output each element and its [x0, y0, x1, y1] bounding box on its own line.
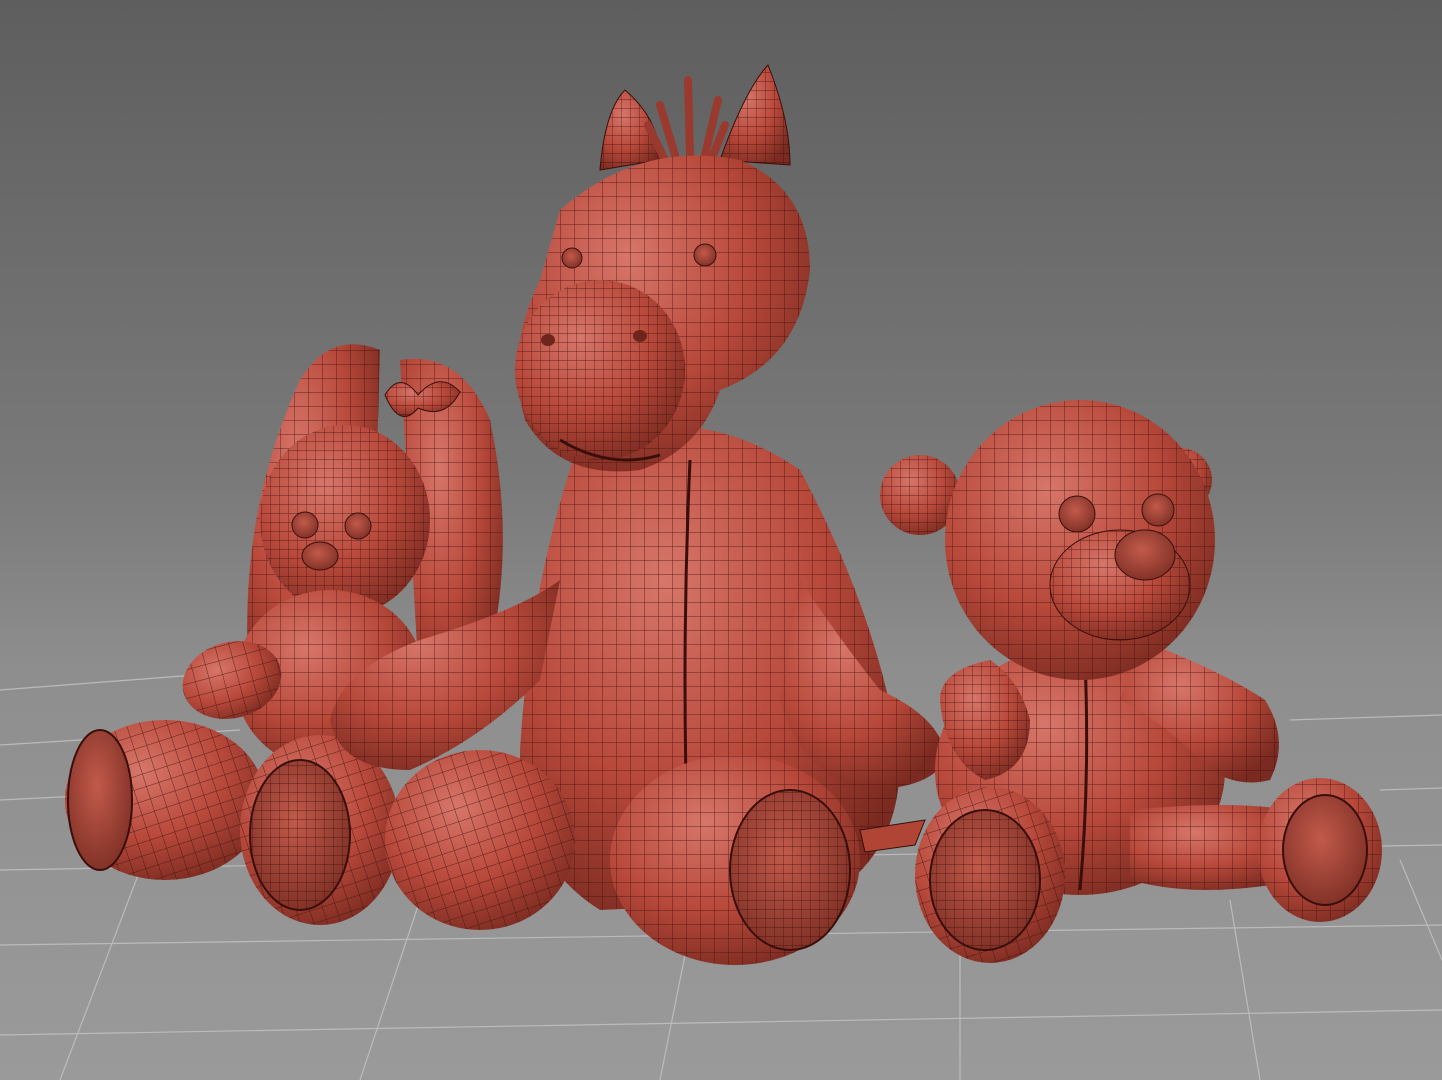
bunny-foot-left	[67, 729, 133, 871]
horse-eye-left	[561, 247, 583, 269]
bear-eye-left	[1058, 495, 1096, 533]
horse-nostril-left	[541, 334, 555, 346]
horse-nostril-right	[633, 330, 647, 342]
bunny-eye-right	[344, 512, 372, 540]
bear-model[interactable]	[880, 400, 1382, 963]
3d-viewport[interactable]	[0, 0, 1442, 1080]
bear-nose	[1114, 529, 1176, 581]
bunny-eye-left	[291, 511, 319, 539]
horse-mane	[644, 76, 729, 164]
horse-eye-right	[693, 243, 717, 267]
viewport-canvas[interactable]	[0, 0, 1442, 1080]
bunny-nose	[301, 541, 339, 571]
bear-eye-right	[1141, 493, 1175, 527]
